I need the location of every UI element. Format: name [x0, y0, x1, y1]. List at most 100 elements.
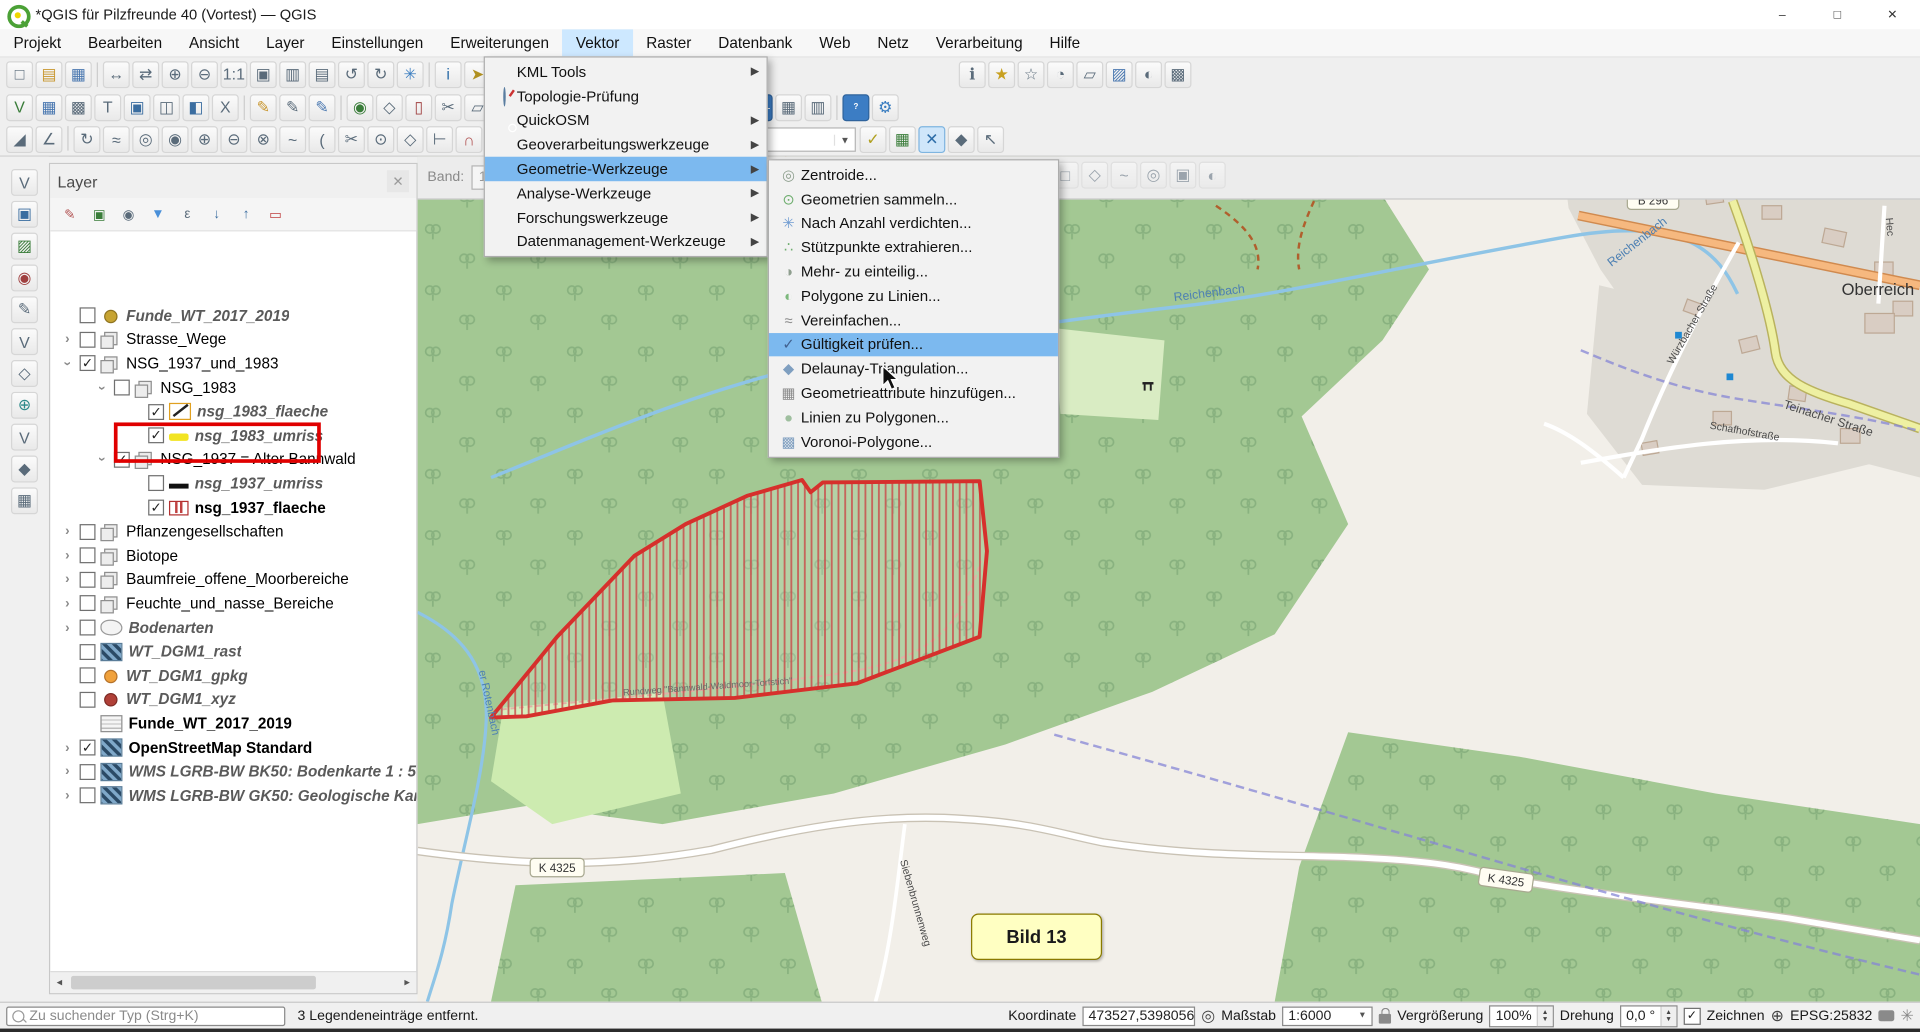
zoom-last-icon[interactable]: ↺: [338, 61, 365, 88]
menu-item-polygone-zu-linien[interactable]: ◐Polygone zu Linien...: [769, 284, 1058, 308]
layer-checkbox[interactable]: [80, 740, 96, 756]
layer-checkbox[interactable]: [80, 548, 96, 564]
crs-globe-icon[interactable]: ⊕: [1771, 1006, 1784, 1026]
layer-styling-dock-icon[interactable]: ▨: [11, 233, 38, 260]
globe-tool-icon[interactable]: ⊕: [11, 392, 38, 419]
tracing-icon[interactable]: ◆: [11, 456, 38, 483]
open-project-icon[interactable]: ▤: [36, 61, 63, 88]
zoom-in-icon[interactable]: ⊕: [162, 61, 189, 88]
menu-item-zent roide[interactable]: ◎Zentroide...: [769, 163, 1058, 187]
menu-item-topologie[interactable]: Topologie-Prüfung: [485, 84, 767, 108]
add-part-icon[interactable]: ⊕: [191, 126, 218, 153]
layout-manager-icon[interactable]: ▩: [1164, 61, 1191, 88]
clear-highlight-icon[interactable]: ✕: [918, 126, 945, 153]
menu-item-geometrie-werkzeuge[interactable]: Geometrie-Werkzeuge▶: [485, 157, 767, 181]
new-bookmark-icon[interactable]: ★: [988, 61, 1015, 88]
rotation-spinbox[interactable]: 0,0 °▲▼: [1620, 1005, 1677, 1027]
expander-icon[interactable]: ›: [94, 378, 109, 398]
horizontal-scrollbar[interactable]: ◂ ▸: [50, 971, 416, 993]
new-project-icon[interactable]: □: [6, 61, 33, 88]
add-xyz-icon[interactable]: X: [212, 94, 239, 121]
geometry-snapper-icon[interactable]: ◇: [11, 360, 38, 387]
expander-icon[interactable]: ›: [58, 620, 78, 635]
expander-icon[interactable]: ›: [58, 332, 78, 347]
vertex-tool-dock-icon[interactable]: V: [11, 169, 38, 196]
layer-checkbox[interactable]: [80, 788, 96, 804]
menu-item-geoverarbeitung[interactable]: Geoverarbeitungswerkzeuge▶: [485, 133, 767, 157]
expander-icon[interactable]: ›: [60, 354, 75, 374]
scrollbar-thumb[interactable]: [71, 976, 316, 989]
render-checkbox[interactable]: ✓: [1683, 1007, 1700, 1024]
fill-ring-icon[interactable]: ◉: [162, 126, 189, 153]
menu-item-quickosm[interactable]: QuickOSM▶: [485, 108, 767, 132]
menu-item-gueltigkeit-pruefen[interactable]: ✓Gültigkeit prüfen...: [769, 333, 1058, 357]
select-by-polygon-icon[interactable]: ◇: [1081, 162, 1108, 189]
toggle-editing-icon[interactable]: ✎: [279, 94, 306, 121]
lock-scale-icon[interactable]: [1379, 1013, 1391, 1023]
news-feed-icon[interactable]: ✳: [1901, 1006, 1914, 1026]
menu-datenbank[interactable]: Datenbank: [705, 29, 806, 56]
layer-checkbox[interactable]: [148, 500, 164, 516]
menu-item-geometrieattribute[interactable]: ▦Geometrieattribute hinzufügen...: [769, 381, 1058, 405]
add-mesh-layer-icon[interactable]: ▩: [65, 94, 92, 121]
grid-tool-icon[interactable]: ▦: [11, 487, 38, 514]
menu-layer[interactable]: Layer: [253, 29, 318, 56]
expander-icon[interactable]: ›: [58, 572, 78, 587]
manage-visibility-icon[interactable]: ◉: [115, 202, 142, 226]
menu-item-kml-tools[interactable]: KML Tools▶: [485, 60, 767, 84]
layer-checkbox[interactable]: [80, 308, 96, 324]
layer-checkbox[interactable]: [80, 692, 96, 708]
identify-features-icon[interactable]: i: [435, 61, 462, 88]
menu-vektor[interactable]: Vektor: [562, 29, 632, 56]
pan-map-icon[interactable]: ↔: [103, 61, 130, 88]
layer-checkbox[interactable]: [80, 524, 96, 540]
zoom-full-icon[interactable]: ▣: [250, 61, 277, 88]
processing-toolbox-icon[interactable]: ⚙: [872, 94, 899, 121]
crs-value[interactable]: EPSG:25832: [1790, 1008, 1872, 1023]
expander-icon[interactable]: ›: [58, 548, 78, 563]
menu-item-analyse[interactable]: Analyse-Werkzeuge▶: [485, 181, 767, 205]
help-icon[interactable]: ?: [842, 94, 869, 121]
layer-checkbox[interactable]: [80, 644, 96, 660]
menu-item-linien-zu-polygonen[interactable]: ●Linien zu Polygonen...: [769, 405, 1058, 429]
style-manager-icon[interactable]: ◐: [1135, 61, 1162, 88]
add-wms-icon[interactable]: ◧: [182, 94, 209, 121]
refresh-map-icon[interactable]: ✳: [397, 61, 424, 88]
minimize-button[interactable]: –: [1755, 0, 1810, 29]
remove-layer-icon[interactable]: ▭: [262, 202, 289, 226]
add-spatialite-icon[interactable]: ◫: [153, 94, 180, 121]
magnifier-spinbox[interactable]: 100%▲▼: [1489, 1005, 1553, 1027]
trim-extend-icon[interactable]: ⊢: [426, 126, 453, 153]
close-panel-icon[interactable]: ✕: [387, 170, 409, 192]
save-project-icon[interactable]: ▦: [65, 61, 92, 88]
menu-item-forschung[interactable]: Forschungswerkzeuge▶: [485, 205, 767, 229]
current-edits-icon[interactable]: ✎: [250, 94, 277, 121]
layer-checkbox[interactable]: [80, 332, 96, 348]
topology-checker-icon[interactable]: ▦: [889, 126, 916, 153]
digitize-shape-icon[interactable]: ◉: [11, 264, 38, 291]
add-delimited-text-icon[interactable]: T: [94, 94, 121, 121]
layer-checkbox[interactable]: [80, 572, 96, 588]
cad-construction-icon[interactable]: ∠: [36, 126, 63, 153]
layer-checkbox[interactable]: [80, 668, 96, 684]
menu-item-geometrien-sammeln[interactable]: ⊙Geometrien sammeln...: [769, 187, 1058, 211]
expander-icon[interactable]: ›: [94, 450, 109, 470]
filter-legend-icon[interactable]: ▼: [144, 202, 171, 226]
menu-einstellungen[interactable]: Einstellungen: [318, 29, 437, 56]
show-bookmarks-icon[interactable]: ☆: [1018, 61, 1045, 88]
menu-item-verdichten[interactable]: ✳Nach Anzahl verdichten...: [769, 211, 1058, 235]
menu-item-voronoi[interactable]: ▩Voronoi-Polygone...: [769, 430, 1058, 454]
zoom-to-selection-icon[interactable]: ▥: [279, 61, 306, 88]
vertex-tool-icon[interactable]: ◇: [376, 94, 403, 121]
menu-verarbeitung[interactable]: Verarbeitung: [922, 29, 1036, 56]
select-by-radius-icon[interactable]: ◎: [1140, 162, 1167, 189]
temporal-controller-icon[interactable]: ◔: [1047, 61, 1074, 88]
invert-selection-icon[interactable]: ◐: [1199, 162, 1226, 189]
extent-tracking-icon[interactable]: ◎: [1201, 1006, 1215, 1026]
reshape-features-icon[interactable]: ~: [279, 126, 306, 153]
vector-tool-icon[interactable]: V: [11, 424, 38, 451]
menu-item-vereinfachen[interactable]: ≈Vereinfachen...: [769, 308, 1058, 332]
expander-icon[interactable]: ›: [58, 740, 78, 755]
layer-checkbox[interactable]: [80, 596, 96, 612]
add-feature-icon[interactable]: ◉: [347, 94, 374, 121]
